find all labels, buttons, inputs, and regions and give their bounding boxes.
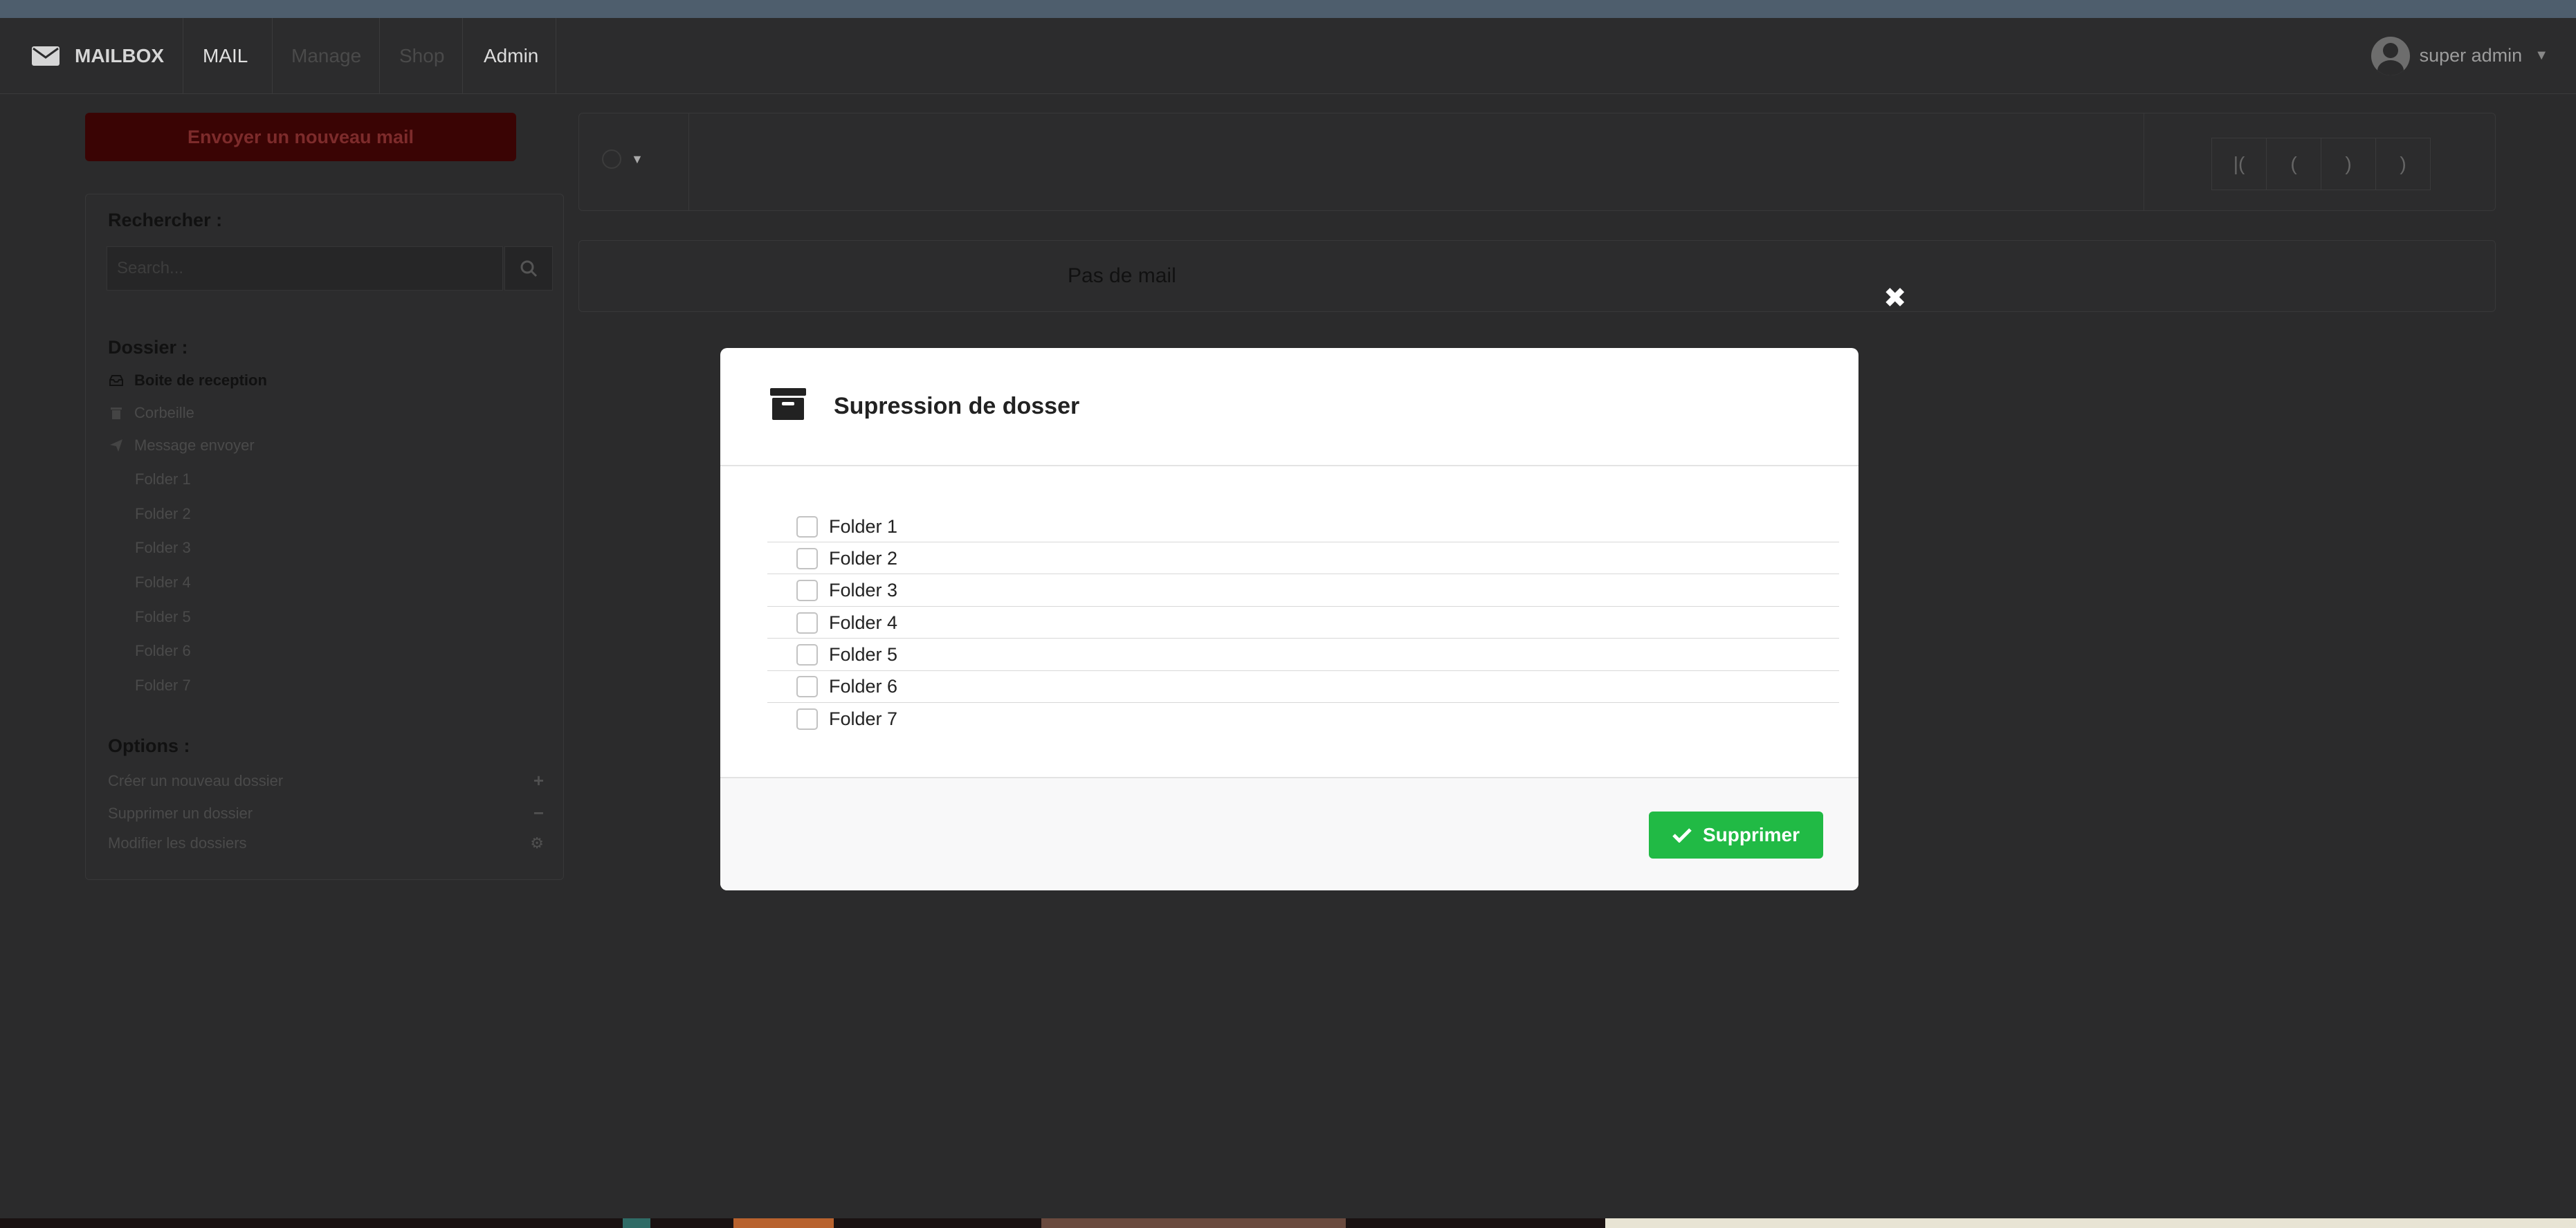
folder-checkbox[interactable]	[796, 547, 818, 569]
folder-checkbox-row[interactable]: Folder 1	[767, 511, 1839, 542]
sidebar-item-folder-2[interactable]: Folder 2	[135, 505, 191, 523]
folder-checkbox[interactable]	[796, 676, 818, 698]
checkmark-icon	[1672, 828, 1692, 843]
option-label: Modifier les dossiers	[108, 834, 247, 852]
folder-checkbox-row[interactable]: Folder 7	[767, 704, 1839, 735]
compose-button[interactable]: Envoyer un nouveau mail	[85, 113, 516, 161]
last-page-button[interactable]: )	[2375, 138, 2431, 190]
folder-label: Folder 3	[829, 580, 898, 601]
pagination: |( ( ) )	[2211, 138, 2431, 190]
nav-item-admin[interactable]: Admin	[484, 18, 538, 93]
trash-icon	[108, 406, 125, 420]
folder-label: Folder 7	[829, 708, 898, 730]
toolbar-divider	[688, 113, 689, 210]
folder-checkbox-row[interactable]: Folder 6	[767, 672, 1839, 703]
search-input[interactable]: Search...	[107, 246, 503, 291]
modal-folder-list: Folder 1 Folder 2 Folder 3 Folder 4 Fold…	[767, 511, 1839, 736]
search-icon	[520, 260, 538, 277]
folder-checkbox[interactable]	[796, 580, 818, 602]
user-name: super admin	[2419, 45, 2523, 66]
folder-label: Folder 4	[829, 612, 898, 633]
sidebar-panel: Rechercher : Search... Dossier : Boite d…	[85, 194, 564, 880]
first-page-button[interactable]: |(	[2211, 138, 2267, 190]
sidebar-item-folder-4[interactable]: Folder 4	[135, 574, 191, 592]
option-label: Créer un nouveau dossier	[108, 771, 284, 789]
sidebar-item-folder-5[interactable]: Folder 5	[135, 608, 191, 626]
modal-footer: Supprimer	[720, 777, 1858, 890]
folder-checkbox[interactable]	[796, 644, 818, 666]
sidebar-item-folder-1[interactable]: Folder 1	[135, 470, 191, 488]
avatar	[2371, 36, 2410, 75]
sidebar-item-label: Corbeille	[134, 404, 194, 421]
folders-heading: Dossier :	[108, 337, 188, 358]
desktop-strip-segment	[1041, 1218, 1346, 1228]
folder-checkbox-row[interactable]: Folder 5	[767, 640, 1839, 671]
archive-icon	[770, 388, 806, 420]
folder-checkbox[interactable]	[796, 708, 818, 731]
delete-folder-modal: Supression de dosser Folder 1 Folder 2 F…	[720, 348, 1858, 890]
nav-item-mail[interactable]: MAIL	[203, 18, 248, 93]
create-folder-option[interactable]: Créer un nouveau dossier +	[108, 770, 544, 791]
folder-checkbox[interactable]	[796, 612, 818, 634]
edit-folders-option[interactable]: Modifier les dossiers ⚙	[108, 834, 544, 852]
folder-checkbox-row[interactable]: Folder 3	[767, 576, 1839, 607]
option-label: Supprimer un dossier	[108, 804, 253, 822]
select-checkbox[interactable]	[602, 149, 621, 169]
modal-close-icon[interactable]: ✖	[1883, 284, 1907, 312]
delete-folder-option[interactable]: Supprimer un dossier −	[108, 803, 544, 824]
desktop-strip-segment	[733, 1218, 834, 1228]
folder-checkbox-row[interactable]: Folder 2	[767, 543, 1839, 575]
plus-icon: +	[533, 770, 544, 791]
minus-icon: −	[533, 803, 544, 823]
select-all-dropdown[interactable]: ▼	[602, 149, 643, 169]
modal-header: Supression de dosser	[720, 348, 1858, 466]
caret-down-icon: ▼	[631, 152, 643, 166]
nav-item-manage[interactable]: Manage	[291, 18, 361, 93]
brand-label: MAILBOX	[75, 44, 165, 66]
brand-link[interactable]: MAILBOX	[32, 18, 164, 93]
desktop-strip-segment	[623, 1218, 650, 1228]
folder-checkbox-row[interactable]: Folder 4	[767, 607, 1839, 639]
sidebar-item-sent[interactable]: Message envoyer	[108, 437, 255, 455]
paper-plane-icon	[108, 439, 125, 452]
browser-top-strip	[0, 0, 2576, 18]
sidebar-item-trash[interactable]: Corbeille	[108, 404, 194, 422]
sidebar-item-label: Boite de reception	[134, 372, 267, 389]
nav-divider	[272, 18, 273, 93]
delete-button[interactable]: Supprimer	[1649, 812, 1823, 859]
sidebar-item-folder-3[interactable]: Folder 3	[135, 539, 191, 557]
sidebar-item-folder-7[interactable]: Folder 7	[135, 677, 191, 695]
envelope-icon	[32, 46, 60, 66]
cogs-icon: ⚙	[530, 834, 544, 852]
mail-list: Pas de mail	[578, 240, 2496, 312]
nav-divider	[462, 18, 463, 93]
top-navbar: MAILBOX MAIL Manage Shop Admin	[0, 18, 2576, 94]
folder-label: Folder 1	[829, 515, 898, 537]
folder-checkbox[interactable]	[796, 515, 818, 538]
empty-mail-message: Pas de mail	[1068, 264, 1176, 287]
folder-label: Folder 6	[829, 676, 898, 697]
sidebar-item-folder-6[interactable]: Folder 6	[135, 642, 191, 660]
modal-title: Supression de dosser	[834, 393, 1080, 419]
caret-down-icon: ▼	[2534, 48, 2548, 63]
nav-divider	[379, 18, 380, 93]
folder-label: Folder 5	[829, 644, 898, 666]
next-page-button[interactable]: )	[2321, 138, 2376, 190]
user-menu[interactable]: super admin ▼	[2371, 18, 2548, 93]
desktop-strip-segment	[1605, 1218, 2576, 1228]
search-button[interactable]	[504, 246, 553, 291]
sidebar-item-label: Message envoyer	[134, 437, 255, 454]
delete-button-label: Supprimer	[1702, 824, 1800, 845]
inbox-icon	[108, 374, 125, 387]
folder-label: Folder 2	[829, 547, 898, 569]
search-heading: Rechercher :	[108, 210, 223, 230]
options-heading: Options :	[108, 735, 190, 756]
nav-item-shop[interactable]: Shop	[399, 18, 444, 93]
sidebar-item-inbox[interactable]: Boite de reception	[108, 372, 267, 390]
mail-toolbar: ▼ |( ( ) )	[578, 113, 2496, 211]
prev-page-button[interactable]: (	[2266, 138, 2321, 190]
